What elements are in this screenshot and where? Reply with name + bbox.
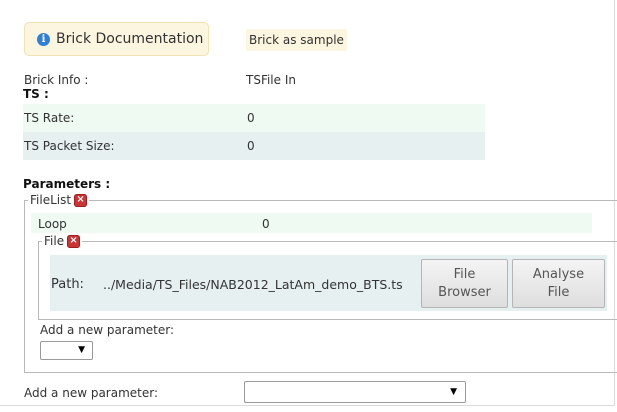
file-browser-label-line1: File — [453, 266, 476, 282]
analyse-file-label-line1: Analyse — [532, 266, 585, 282]
parameters-heading: Parameters : — [23, 177, 111, 191]
info-icon: i — [37, 32, 50, 46]
brick-info-value: TSFile In — [246, 73, 296, 87]
brick-documentation-button[interactable]: i Brick Documentation — [24, 22, 209, 56]
remove-file-icon[interactable]: × — [67, 234, 81, 248]
file-browser-button[interactable]: File Browser — [421, 259, 508, 308]
brick-info-label: Brick Info : — [24, 73, 89, 87]
file-legend: File × — [42, 234, 82, 248]
ts-packet-size-label: TS Packet Size: — [24, 139, 115, 153]
add-parameter-select[interactable]: ▼ — [244, 381, 466, 403]
filelist-label: FileList — [30, 193, 72, 207]
caret-down-icon: ▼ — [78, 345, 85, 355]
ts-rate-label: TS Rate: — [24, 111, 75, 125]
ts-packet-size-row: TS Packet Size: 0 — [23, 132, 485, 160]
remove-filelist-icon[interactable]: × — [74, 193, 88, 207]
file-label: File — [44, 234, 65, 248]
file-browser-label-line2: Browser — [438, 284, 491, 300]
ts-heading: TS : — [23, 87, 49, 101]
analyse-file-button[interactable]: Analyse File — [512, 259, 605, 308]
filelist-legend: FileList × — [28, 193, 89, 207]
ts-packet-size-value: 0 — [247, 139, 255, 153]
analyse-file-label-line2: File — [547, 284, 570, 300]
add-parameter-label: Add a new parameter: — [24, 386, 159, 400]
brick-as-sample-label: Brick as sample — [249, 33, 344, 47]
filelist-add-parameter-label: Add a new parameter: — [40, 323, 175, 337]
loop-value: 0 — [262, 217, 270, 231]
filelist-add-parameter-select[interactable]: ▼ — [40, 341, 93, 360]
loop-row — [31, 213, 592, 233]
caret-down-icon: ▼ — [450, 387, 457, 397]
loop-label: Loop — [38, 217, 67, 231]
path-value: ../Media/TS_Files/NAB2012_LatAm_demo_BTS… — [103, 277, 403, 292]
brick-as-sample-button[interactable]: Brick as sample — [246, 29, 347, 51]
brick-documentation-label: Brick Documentation — [56, 31, 204, 47]
path-label: Path: — [51, 277, 84, 292]
ts-rate-value: 0 — [247, 111, 255, 125]
ts-rate-row: TS Rate: 0 — [23, 104, 485, 132]
